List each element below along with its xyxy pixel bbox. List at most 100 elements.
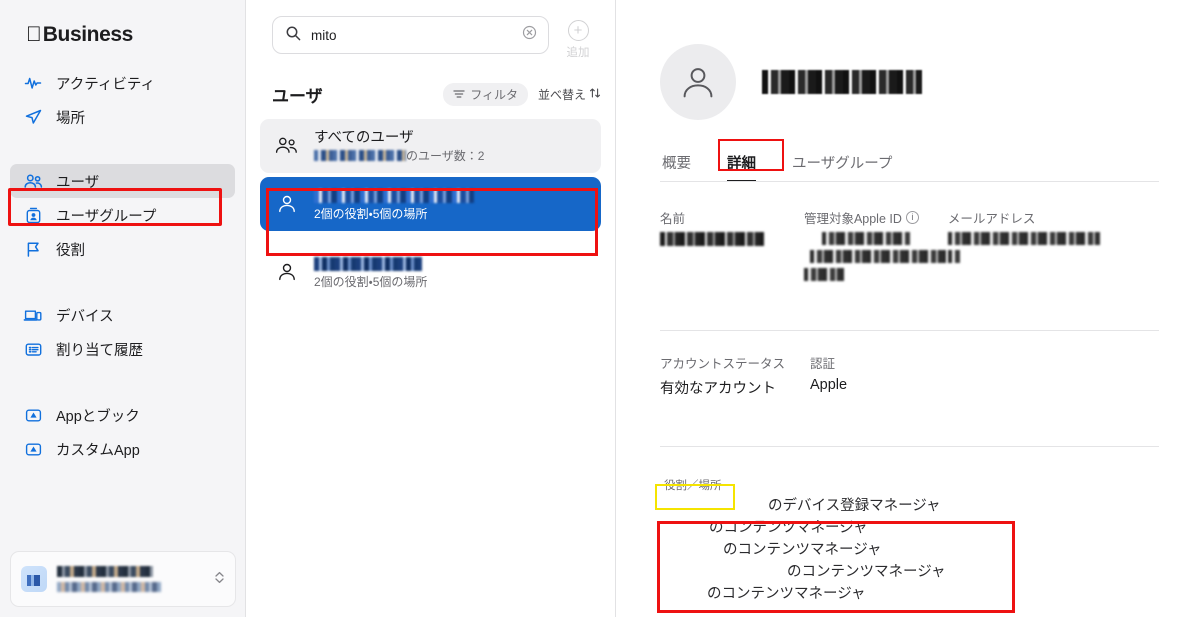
nav-group-activity: アクティビティ 場所 xyxy=(0,66,245,134)
nav-group-directory: ユーザ ユーザグループ 役割 xyxy=(0,164,245,266)
field-name: 名前 xyxy=(660,208,804,286)
sidebar-item-user-groups[interactable]: ユーザグループ xyxy=(10,198,235,232)
list-item-title-redacted xyxy=(314,187,474,205)
paper-plane-icon xyxy=(22,106,44,128)
tab-overview[interactable]: 概要 xyxy=(660,152,709,182)
account-switcher[interactable] xyxy=(10,551,236,607)
list-item-user-selected[interactable]: 2個の役割・5個の場所 xyxy=(260,177,601,231)
sidebar-item-label: 割り当て履歴 xyxy=(56,342,143,359)
tab-underline xyxy=(660,181,1159,182)
sidebar-item-label: アクティビティ xyxy=(56,76,156,93)
info-circle-icon[interactable]: i xyxy=(905,211,919,224)
detail-fields-row-2: アカウントステータス 有効なアカウント 認証 Apple xyxy=(660,353,1159,398)
list-item-subtitle: のユーザ数：2 xyxy=(314,148,484,164)
add-user-button[interactable]: + 追加 xyxy=(555,16,601,60)
sidebar-item-activity[interactable]: アクティビティ xyxy=(10,66,235,100)
sidebar-item-label: デバイス xyxy=(56,308,114,325)
field-label: 管理対象Apple ID xyxy=(803,212,902,226)
brand-logo:  Business xyxy=(0,0,245,52)
field-label: メールアドレス xyxy=(947,212,1036,226)
sort-button[interactable]: 並べ替え xyxy=(538,86,601,103)
user-list-panel: + 追加 ユーザ フィルタ 並べ替え xyxy=(246,0,616,617)
list-item-text: 2個の役割・5個の場所 xyxy=(314,255,427,290)
search-icon xyxy=(285,25,301,46)
sidebar-item-label: ユーザグループ xyxy=(56,208,157,225)
sidebar-item-label: 場所 xyxy=(56,110,85,127)
field-value-redacted xyxy=(947,232,1159,263)
users-pair-icon xyxy=(272,135,302,157)
avatar xyxy=(21,566,47,592)
list-title: ユーザ xyxy=(272,87,323,106)
field-label: 名前 xyxy=(660,212,686,226)
field-email: メールアドレス xyxy=(947,208,1159,286)
activity-waveform-icon xyxy=(22,72,44,94)
detail-fields-row-1: 名前 管理対象Apple ID i メールアドレス xyxy=(660,208,1159,286)
devices-icon xyxy=(22,304,44,326)
roles-locations-section: 役割／場所 のデバイス登録マネージャ のコンテンツマネージャ のコンテンツマネー… xyxy=(660,475,1159,605)
filter-button[interactable]: フィルタ xyxy=(443,83,528,106)
field-label: 認証 xyxy=(810,357,836,371)
chevron-up-down-icon[interactable] xyxy=(214,570,225,588)
avatar xyxy=(660,44,736,120)
list-item-all-users[interactable]: すべてのユーザ のユーザ数：2 xyxy=(260,119,601,173)
id-badge-icon xyxy=(22,204,44,226)
sort-arrows-icon xyxy=(589,87,601,102)
field-value-redacted xyxy=(803,232,948,281)
person-icon xyxy=(272,260,302,284)
users-icon xyxy=(22,170,44,192)
roles-locations-label: 役割／場所 xyxy=(664,480,722,492)
sidebar-item-label: 役割 xyxy=(56,242,85,259)
list-item-title-redacted xyxy=(314,255,427,273)
person-icon xyxy=(272,192,302,216)
app-store-icon xyxy=(22,404,44,426)
nav-group-devices: デバイス 割り当て履歴 xyxy=(0,298,245,366)
field-authentication: 認証 Apple xyxy=(810,353,960,398)
role-line: のコンテンツマネージャ xyxy=(723,542,882,558)
list-item-subtitle: 2個の役割・5個の場所 xyxy=(314,274,428,289)
tab-details[interactable]: 詳細 xyxy=(709,152,774,182)
tab-user-groups[interactable]: ユーザグループ xyxy=(774,152,910,182)
list-item-text: 2個の役割・5個の場所 xyxy=(314,187,474,222)
clear-circle-icon[interactable] xyxy=(522,25,538,45)
sidebar-item-custom-apps[interactable]: カスタムApp xyxy=(10,432,235,466)
filter-label: フィルタ xyxy=(470,88,518,102)
sidebar-item-devices[interactable]: デバイス xyxy=(10,298,235,332)
sort-label: 並べ替え xyxy=(537,88,586,102)
list-item-title: すべてのユーザ xyxy=(314,129,414,146)
field-value: 有効なアカウント xyxy=(660,381,776,397)
account-org-redacted xyxy=(57,582,161,592)
list-item-user[interactable]: 2個の役割・5個の場所 xyxy=(260,245,601,299)
sidebar:  Business アクティビティ 場所 xyxy=(0,0,246,617)
search-row: + 追加 xyxy=(246,0,615,60)
role-line: のデバイス登録マネージャ xyxy=(768,498,941,514)
sidebar-item-apps-and-books[interactable]: Appとブック xyxy=(10,398,235,432)
role-line: のコンテンツマネージャ xyxy=(787,564,946,580)
nav-group-apps: Appとブック カスタムApp xyxy=(0,398,245,466)
app-window:  Business アクティビティ 場所 xyxy=(0,0,1199,617)
detail-tabs: 概要 詳細 ユーザグループ xyxy=(660,152,1159,182)
sidebar-item-users[interactable]: ユーザ xyxy=(10,164,235,198)
field-managed-apple-id: 管理対象Apple ID i xyxy=(803,208,948,286)
flag-icon xyxy=(22,238,44,260)
plus-circle-icon: + xyxy=(567,20,589,41)
sidebar-item-label: カスタムApp xyxy=(56,442,140,459)
field-value-redacted xyxy=(660,232,804,246)
user-rows: すべてのユーザ のユーザ数：2 2個の役割・5個の場所 2個の役割・5個の場所 xyxy=(246,119,615,299)
user-detail-panel: 概要 詳細 ユーザグループ 名前 管理対象Apple ID i メールアドレス … xyxy=(616,0,1199,617)
detail-user-name-redacted xyxy=(762,70,922,94)
search-input[interactable] xyxy=(311,27,522,43)
list-item-text: すべてのユーザ のユーザ数：2 xyxy=(314,129,484,164)
add-user-label: 追加 xyxy=(566,47,590,59)
assignment-history-icon xyxy=(22,338,44,360)
account-name-redacted xyxy=(57,566,153,577)
redacted-org-name xyxy=(314,149,406,161)
role-line: のコンテンツマネージャ xyxy=(707,586,866,602)
search-box[interactable] xyxy=(272,16,549,54)
sidebar-item-assignment-history[interactable]: 割り当て履歴 xyxy=(10,332,235,366)
app-store-icon xyxy=(22,438,44,460)
list-header: ユーザ フィルタ 並べ替え xyxy=(246,60,615,107)
role-line: のコンテンツマネージャ xyxy=(709,520,868,536)
account-labels xyxy=(57,566,208,592)
sidebar-item-roles[interactable]: 役割 xyxy=(10,232,235,266)
sidebar-item-locations[interactable]: 場所 xyxy=(10,100,235,134)
